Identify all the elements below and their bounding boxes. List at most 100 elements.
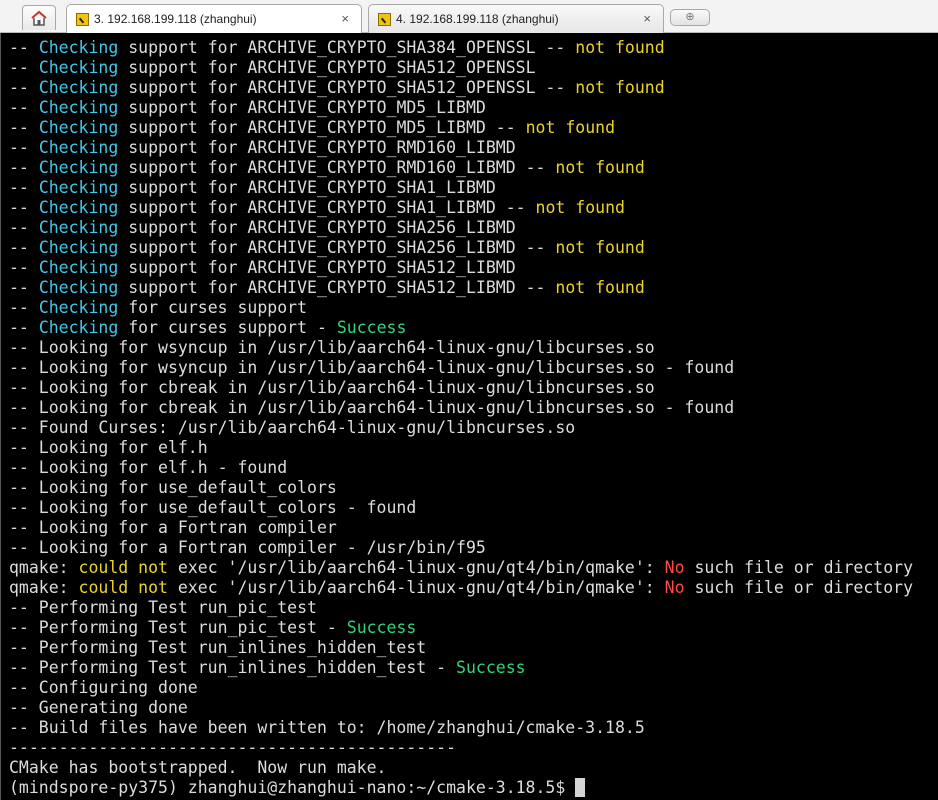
terminal-output[interactable]: -- Checking support for ARCHIVE_CRYPTO_S… (0, 33, 938, 800)
terminal-line: -- Build files have been written to: /ho… (9, 718, 913, 738)
terminal-text: Success (346, 618, 417, 637)
terminal-line: -- Checking support for ARCHIVE_CRYPTO_S… (9, 218, 913, 238)
terminal-text: support for ARCHIVE_CRYPTO_MD5_LIBMD (118, 98, 486, 117)
terminal-text: -- (9, 158, 39, 177)
terminal-line: -- Looking for cbreak in /usr/lib/aarch6… (9, 378, 913, 398)
terminal-line: -- Looking for cbreak in /usr/lib/aarch6… (9, 398, 913, 418)
terminal-text: -- Performing Test run_inlines_hidden_te… (9, 638, 427, 657)
home-icon (31, 10, 47, 26)
terminal-text: Checking (38, 218, 119, 237)
terminal-line: -- Checking for curses support (9, 298, 913, 318)
terminal-text: -- Looking for wsyncup in /usr/lib/aarch… (9, 358, 735, 377)
terminal-text: exec '/usr/lib/aarch64-linux-gnu/qt4/bin… (167, 558, 665, 577)
close-icon[interactable]: × (643, 11, 651, 26)
terminal-text: -- Build files have been written to: /ho… (9, 718, 645, 737)
terminal-text: qmake: (9, 578, 79, 597)
terminal-line: -- Looking for use_default_colors - foun… (9, 498, 913, 518)
terminal-text: ----------------------------------------… (9, 738, 457, 757)
terminal-text: Success (336, 318, 407, 337)
terminal-text: -- Looking for a Fortran compiler - /usr… (9, 538, 486, 557)
terminal-text: -- (9, 118, 39, 137)
terminal-session-icon (76, 12, 89, 26)
terminal-text: Checking (38, 298, 119, 317)
tab-label: 3. 192.168.199.118 (zhanghui) (94, 12, 257, 26)
tab-session-4[interactable]: 4. 192.168.199.118 (zhanghui) × (368, 4, 664, 33)
close-icon[interactable]: × (341, 11, 349, 26)
terminal-text: Checking (38, 158, 119, 177)
terminal-text: qmake: (9, 558, 79, 577)
terminal-text: such file or directory (684, 558, 914, 577)
terminal-text: support for ARCHIVE_CRYPTO_MD5_LIBMD -- (118, 118, 526, 137)
terminal-text: support for ARCHIVE_CRYPTO_SHA512_LIBMD (118, 258, 516, 277)
terminal-line: -- Checking support for ARCHIVE_CRYPTO_S… (9, 198, 913, 218)
terminal-line: -- Looking for a Fortran compiler (9, 518, 913, 538)
terminal-text: -- (9, 198, 39, 217)
terminal-line: (mindspore-py375) zhanghui@zhanghui-nano… (9, 778, 913, 798)
terminal-line: -- Checking support for ARCHIVE_CRYPTO_R… (9, 138, 913, 158)
terminal-text: -- Performing Test run_inlines_hidden_te… (9, 658, 457, 677)
terminal-text: support for ARCHIVE_CRYPTO_SHA512_LIBMD … (118, 278, 556, 297)
terminal-line: qmake: could not exec '/usr/lib/aarch64-… (9, 558, 913, 578)
terminal-text: could not (78, 578, 168, 597)
terminal-text: -- (9, 218, 39, 237)
terminal-line: -- Found Curses: /usr/lib/aarch64-linux-… (9, 418, 913, 438)
terminal-line: -- Configuring done (9, 678, 913, 698)
terminal-text: exec '/usr/lib/aarch64-linux-gnu/qt4/bin… (167, 578, 665, 597)
terminal-text: not found (575, 78, 665, 97)
terminal-text: Checking (38, 78, 119, 97)
terminal-text: -- (9, 178, 39, 197)
terminal-text: -- (9, 298, 39, 317)
terminal-text: for curses support - (118, 318, 337, 337)
terminal-text: -- Performing Test run_pic_test (9, 598, 317, 617)
terminal-line: -- Checking for curses support - Success (9, 318, 913, 338)
terminal-line: -- Looking for elf.h (9, 438, 913, 458)
terminal-text: not found (535, 198, 625, 217)
terminal-text: Success (456, 658, 526, 677)
tab-label: 4. 192.168.199.118 (zhanghui) (396, 12, 559, 26)
terminal-line: -- Generating done (9, 698, 913, 718)
tab-bar: 3. 192.168.199.118 (zhanghui) × 4. 192.1… (0, 0, 938, 33)
terminal-text: Checking (38, 118, 119, 137)
terminal-text: No (664, 578, 685, 597)
terminal-cursor (575, 778, 586, 797)
terminal-text: CMake has bootstrapped. Now run make. (9, 758, 387, 777)
terminal-session-icon (378, 12, 391, 26)
terminal-text: support for ARCHIVE_CRYPTO_SHA256_LIBMD … (118, 238, 556, 257)
terminal-text: not found (525, 118, 615, 137)
home-button[interactable] (22, 5, 56, 30)
terminal-text: Checking (38, 58, 119, 77)
new-tab-button[interactable]: ⊕ (670, 9, 710, 26)
terminal-text: Checking (38, 258, 119, 277)
terminal-text: such file or directory (684, 578, 914, 597)
terminal-line: -- Performing Test run_inlines_hidden_te… (9, 658, 913, 678)
terminal-text: -- Looking for use_default_colors (9, 478, 337, 497)
terminal-text: Checking (38, 38, 119, 57)
terminal-text: -- Looking for cbreak in /usr/lib/aarch6… (9, 378, 655, 397)
tab-session-3[interactable]: 3. 192.168.199.118 (zhanghui) × (66, 4, 362, 33)
terminal-text: not found (575, 38, 665, 57)
terminal-text: -- Looking for a Fortran compiler (9, 518, 337, 537)
terminal-text: Checking (38, 198, 119, 217)
terminal-text: not found (555, 278, 645, 297)
terminal-line: -- Looking for a Fortran compiler - /usr… (9, 538, 913, 558)
terminal-text: support for ARCHIVE_CRYPTO_RMD160_LIBMD … (118, 158, 556, 177)
terminal-line: -- Checking support for ARCHIVE_CRYPTO_S… (9, 178, 913, 198)
terminal-line: -- Checking support for ARCHIVE_CRYPTO_S… (9, 38, 913, 58)
terminal-text: -- Looking for use_default_colors - foun… (9, 498, 417, 517)
terminal-lines: -- Checking support for ARCHIVE_CRYPTO_S… (9, 38, 913, 798)
terminal-text: -- Configuring done (9, 678, 198, 697)
terminal-text: -- (9, 278, 39, 297)
terminal-text: support for ARCHIVE_CRYPTO_SHA512_OPENSS… (118, 78, 576, 97)
terminal-text: -- (9, 38, 39, 57)
terminal-text: support for ARCHIVE_CRYPTO_SHA1_LIBMD -- (118, 198, 536, 217)
terminal-line: -- Checking support for ARCHIVE_CRYPTO_S… (9, 58, 913, 78)
terminal-text: support for ARCHIVE_CRYPTO_SHA1_LIBMD (118, 178, 496, 197)
terminal-text: Checking (38, 138, 119, 157)
terminal-line: -- Performing Test run_inlines_hidden_te… (9, 638, 913, 658)
terminal-text: -- (9, 258, 39, 277)
terminal-line: -- Checking support for ARCHIVE_CRYPTO_R… (9, 158, 913, 178)
terminal-text: -- Generating done (9, 698, 188, 717)
terminal-text: -- (9, 238, 39, 257)
terminal-text: could not (78, 558, 168, 577)
terminal-line: ----------------------------------------… (9, 738, 913, 758)
